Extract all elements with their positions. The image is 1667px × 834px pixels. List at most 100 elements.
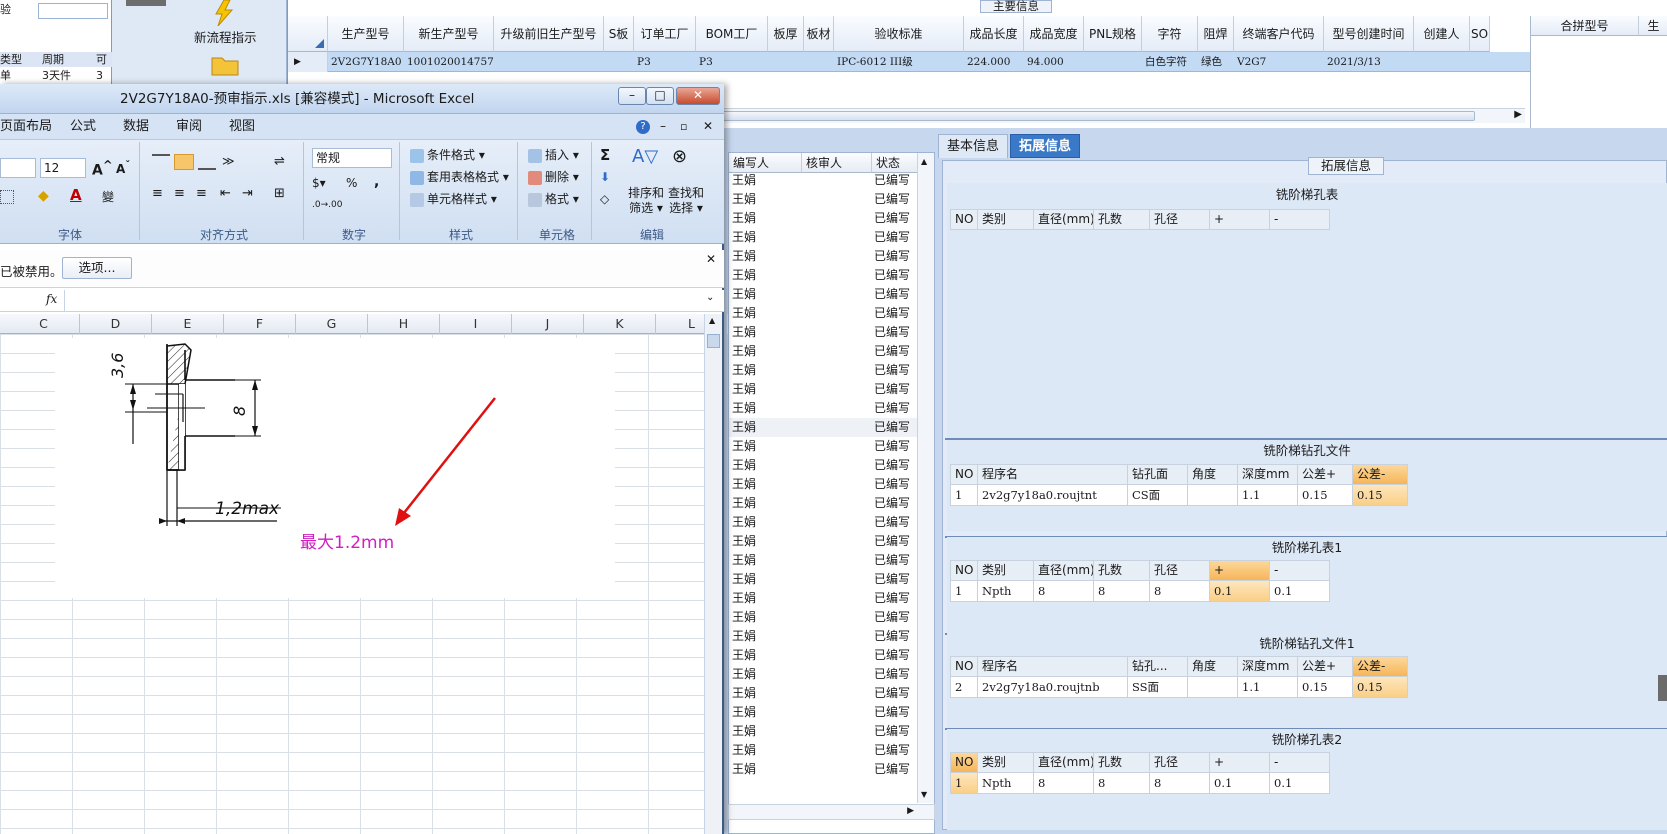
list-item[interactable]: 王娟 已编写 bbox=[729, 570, 919, 589]
text-input[interactable] bbox=[38, 3, 108, 19]
column-letter[interactable]: G bbox=[296, 314, 368, 334]
list-item[interactable]: 王娟 已编写 bbox=[729, 209, 919, 228]
table-cell[interactable]: CS面 bbox=[1128, 485, 1188, 506]
arrow-right-icon[interactable]: ▶ bbox=[1514, 109, 1522, 120]
arrow-up-icon[interactable]: ▲ bbox=[709, 316, 715, 325]
table-cell[interactable] bbox=[1188, 485, 1238, 506]
column-header[interactable]: SO bbox=[1470, 16, 1490, 52]
column-header[interactable]: 深度mm bbox=[1238, 464, 1298, 485]
column-header[interactable]: 钻孔面 bbox=[1128, 464, 1188, 485]
column-header[interactable]: NO bbox=[950, 209, 978, 230]
grow-font-button[interactable]: A^ bbox=[92, 158, 113, 179]
column-header[interactable]: 型号创建时间 bbox=[1324, 16, 1414, 52]
conditional-format-button[interactable]: 条件格式 ▾ bbox=[410, 146, 485, 164]
table-cell[interactable]: 1 bbox=[950, 485, 978, 506]
sort-filter-button[interactable]: 排序和 筛选 ▾ bbox=[628, 186, 664, 216]
tab-basic-info[interactable]: 基本信息 bbox=[938, 134, 1009, 158]
column-header[interactable]: NO bbox=[950, 656, 978, 677]
sort-filter-icon[interactable]: A▽ bbox=[632, 146, 658, 167]
table-cell[interactable]: 1 bbox=[950, 581, 978, 602]
align-bottom-icon[interactable] bbox=[198, 154, 216, 170]
tab-view[interactable]: 视图 bbox=[229, 114, 255, 139]
number-format-select[interactable]: 常规 bbox=[312, 148, 392, 168]
column-header[interactable]: - bbox=[1270, 752, 1330, 773]
column-header[interactable]: 直径(mm) bbox=[1034, 209, 1094, 230]
column-header[interactable]: 字符 bbox=[1142, 16, 1198, 52]
table-cell[interactable]: 0.1 bbox=[1210, 581, 1270, 602]
column-header[interactable]: 钻孔... bbox=[1128, 656, 1188, 677]
tab-formulas[interactable]: 公式 bbox=[70, 114, 96, 139]
list-item[interactable]: 王娟 已编写 bbox=[729, 437, 919, 456]
column-header[interactable]: 孔数 bbox=[1094, 560, 1150, 581]
list-item[interactable]: 王娟 已编写 bbox=[729, 323, 919, 342]
find-select-button[interactable]: 查找和 选择 ▾ bbox=[668, 186, 704, 216]
column-header[interactable]: 新生产型号 bbox=[404, 16, 494, 52]
border-icon[interactable] bbox=[0, 190, 14, 204]
table-cell[interactable]: 0.15 bbox=[1353, 485, 1408, 506]
column-letter[interactable]: C bbox=[8, 314, 80, 334]
data-row[interactable]: 单 3天件 3 bbox=[0, 68, 112, 83]
list-item[interactable]: 王娟 已编写 bbox=[729, 741, 919, 760]
clear-icon[interactable]: ◇ bbox=[600, 192, 609, 206]
column-header[interactable]: 孔径 bbox=[1150, 209, 1210, 230]
comma-icon[interactable]: , bbox=[374, 174, 379, 190]
column-header[interactable]: 孔数 bbox=[1094, 752, 1150, 773]
font-name-select[interactable] bbox=[0, 158, 36, 178]
align-top-icon[interactable] bbox=[152, 154, 170, 170]
list-item[interactable]: 王娟 已编写 bbox=[729, 703, 919, 722]
column-header[interactable]: 类别 bbox=[978, 209, 1034, 230]
vertical-scrollbar[interactable]: ▲ ▼ bbox=[917, 153, 934, 803]
list-item[interactable]: 王娟 已编写 bbox=[729, 247, 919, 266]
column-letter[interactable]: I bbox=[440, 314, 512, 334]
column-header[interactable]: + bbox=[1210, 560, 1270, 581]
orientation-icon[interactable]: ≫ bbox=[222, 154, 235, 168]
arrow-right-icon[interactable]: ▶ bbox=[907, 806, 914, 816]
cell-styles-button[interactable]: 单元格样式 ▾ bbox=[410, 190, 497, 208]
table-cell[interactable]: 0.15 bbox=[1298, 677, 1353, 698]
arrow-down-icon[interactable]: ▼ bbox=[921, 790, 927, 799]
column-header[interactable]: 直径(mm) bbox=[1034, 560, 1094, 581]
column-header[interactable]: 升级前旧生产型号 bbox=[494, 16, 604, 52]
list-item[interactable]: 王娟 已编写 bbox=[729, 627, 919, 646]
column-header[interactable]: S板 bbox=[604, 16, 634, 52]
table-cell[interactable]: 0.1 bbox=[1210, 773, 1270, 794]
minimize-button[interactable]: – bbox=[618, 87, 646, 105]
table-cell[interactable]: 0.1 bbox=[1270, 773, 1330, 794]
column-header[interactable]: 板厚 bbox=[768, 16, 804, 52]
fill-icon[interactable]: ⬇ bbox=[600, 170, 610, 184]
tab-page-layout[interactable]: 页面布局 bbox=[0, 114, 52, 139]
ribbon-close-icon[interactable]: ✕ bbox=[703, 114, 713, 139]
table-cell[interactable]: 8 bbox=[1150, 773, 1210, 794]
fill-color-icon[interactable]: ◆ bbox=[38, 188, 49, 204]
column-header[interactable]: 公差- bbox=[1353, 464, 1408, 485]
fx-icon[interactable]: fx bbox=[46, 292, 57, 306]
column-header[interactable]: 生产型号 bbox=[328, 16, 404, 52]
list-item[interactable]: 王娟 已编写 bbox=[729, 380, 919, 399]
list-item[interactable]: 王娟 已编写 bbox=[729, 608, 919, 627]
column-letter[interactable]: K bbox=[584, 314, 656, 334]
list-item[interactable]: 王娟 已编写 bbox=[729, 418, 919, 437]
maximize-button[interactable]: □ bbox=[646, 87, 674, 105]
list-item[interactable]: 王娟 已编写 bbox=[729, 532, 919, 551]
table-cell[interactable]: 8 bbox=[1094, 773, 1150, 794]
list-item[interactable]: 王娟 已编写 bbox=[729, 722, 919, 741]
column-header[interactable]: PNL规格 bbox=[1084, 16, 1142, 52]
close-button[interactable]: ✕ bbox=[676, 87, 720, 105]
column-header[interactable]: 角度 bbox=[1188, 656, 1238, 677]
table-cell[interactable]: 0.15 bbox=[1298, 485, 1353, 506]
currency-icon[interactable]: $▾ bbox=[312, 176, 326, 190]
list-item[interactable]: 王娟 已编写 bbox=[729, 513, 919, 532]
ribbon-restore-icon[interactable]: ▫ bbox=[680, 114, 687, 139]
column-header[interactable]: 深度mm bbox=[1238, 656, 1298, 677]
column-header[interactable]: 孔径 bbox=[1150, 560, 1210, 581]
column-header[interactable]: 订单工厂 bbox=[634, 16, 696, 52]
indent-increase-icon[interactable]: ⇥ bbox=[242, 186, 253, 201]
column-header[interactable]: + bbox=[1210, 752, 1270, 773]
indent-decrease-icon[interactable]: ⇤ bbox=[220, 186, 231, 201]
column-header[interactable]: 孔径 bbox=[1150, 752, 1210, 773]
column-header[interactable]: 核审人 bbox=[802, 153, 872, 173]
tab-review[interactable]: 审阅 bbox=[176, 114, 202, 139]
technical-drawing[interactable]: 3,6 8 1,2max 最大1.2mm bbox=[55, 338, 615, 598]
autosum-icon[interactable]: Σ bbox=[600, 146, 610, 164]
column-letter[interactable]: D bbox=[80, 314, 152, 334]
